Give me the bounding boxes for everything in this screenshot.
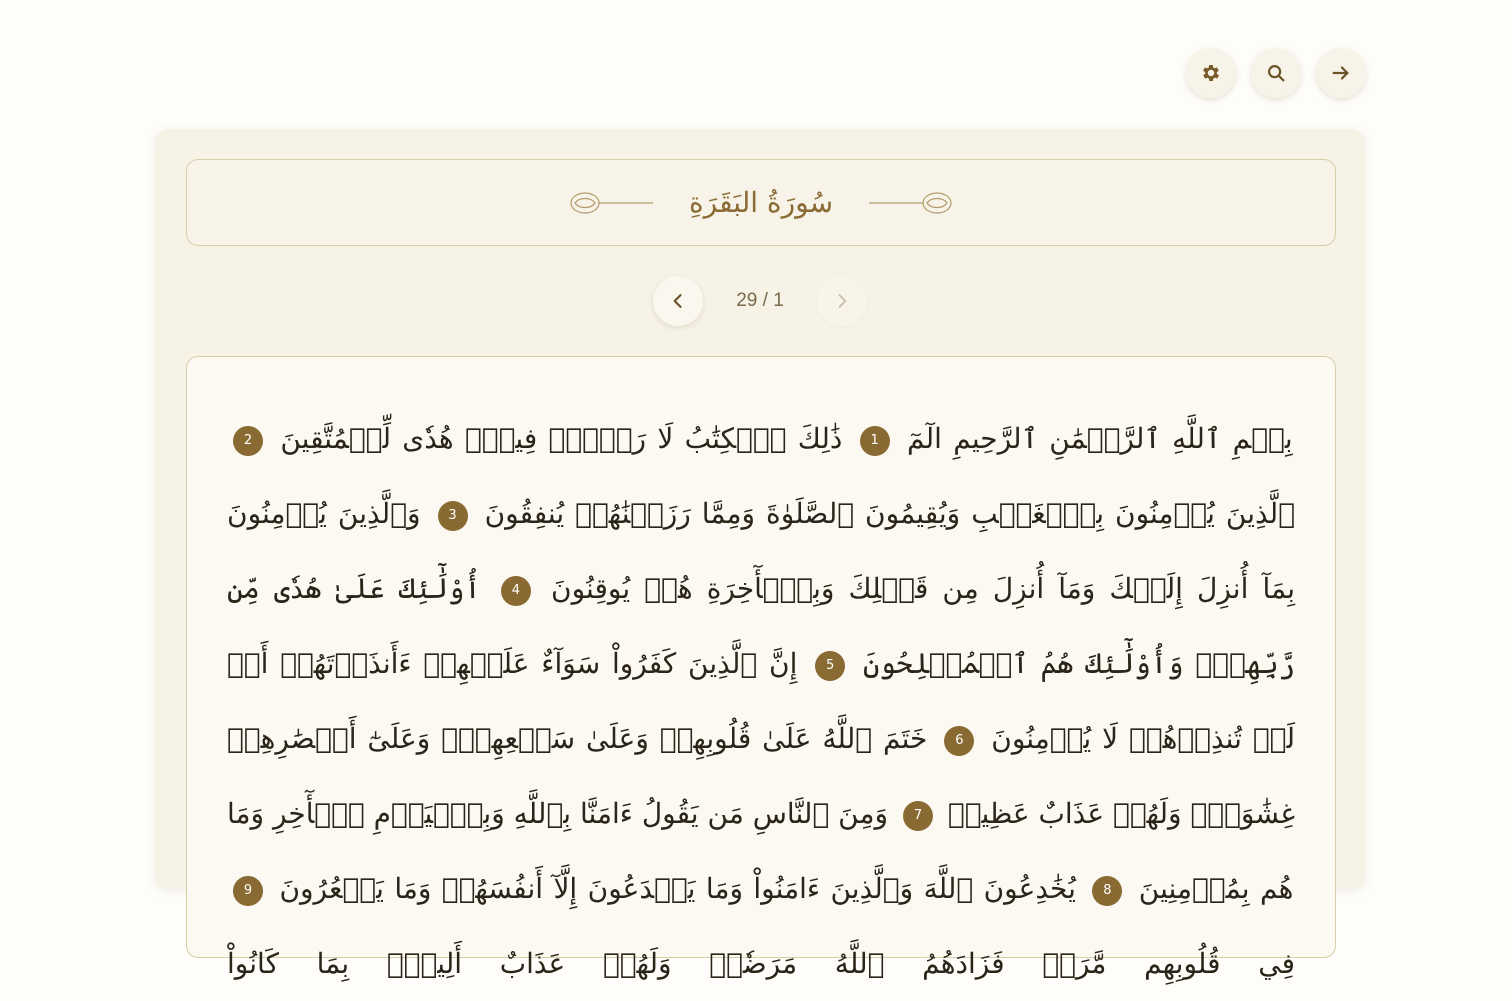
ornament-left-icon bbox=[570, 191, 653, 214]
ayah-number-marker: 1 bbox=[859, 425, 890, 456]
ayah-number-marker: 8 bbox=[1092, 875, 1123, 906]
ayah-text: بِسۡمِ ٱللَّهِ ٱلرَّحۡمَٰنِ ٱلرَّحِيمِ ا… bbox=[906, 422, 1293, 455]
ayah-number-marker: 5 bbox=[815, 650, 846, 681]
pager: 29 / 1 bbox=[155, 276, 1365, 326]
back-button[interactable] bbox=[1316, 48, 1366, 98]
surah-header: سُورَةُ البَقَرَةِ bbox=[186, 159, 1336, 246]
ayah-number-marker: 3 bbox=[437, 500, 468, 531]
ayah-number-marker: 7 bbox=[902, 800, 933, 831]
verses-text: بِسۡمِ ٱللَّهِ ٱلرَّحۡمَٰنِ ٱلرَّحِيمِ ا… bbox=[187, 357, 1335, 1001]
toolbar bbox=[1186, 48, 1366, 98]
chevron-left-icon bbox=[673, 294, 682, 308]
previous-page-button[interactable] bbox=[653, 276, 703, 326]
ayah-9[interactable]: يُخَٰدِعُونَ ٱللَّهَ وَٱلَّذِينَ ءَامَنُ… bbox=[227, 872, 1076, 906]
surah-title: سُورَةُ البَقَرَةِ bbox=[688, 186, 834, 219]
ayah-1[interactable]: بِسۡمِ ٱللَّهِ ٱلرَّحۡمَٰنِ ٱلرَّحِيمِ ا… bbox=[842, 422, 1293, 456]
next-page-button[interactable] bbox=[817, 276, 867, 326]
search-icon bbox=[1268, 65, 1285, 82]
ayah-text: ذَٰلِكَ ٱلۡكِتَٰبُ لَا رَيۡبَۛ فِيهِۛ هُ… bbox=[280, 422, 843, 455]
ayah-10[interactable]: فِي قُلُوبِهِم مَّرَضٞ فَزَادَهُمُ ٱللَّ… bbox=[227, 947, 1295, 980]
ayah-number-marker: 2 bbox=[233, 425, 263, 456]
arrow-right-icon bbox=[1332, 66, 1349, 80]
reader-panel: سُورَةُ البَقَرَةِ 29 / 1 بِسۡمِ ٱللَّهِ… bbox=[155, 129, 1365, 980]
ayah-number-marker: 4 bbox=[500, 575, 531, 606]
ayah-text: ٱلَّذِينَ يُؤۡمِنُونَ بِٱلۡغَيۡبِ وَيُقِ… bbox=[484, 497, 1296, 530]
verses-container: بِسۡمِ ٱللَّهِ ٱلرَّحۡمَٰنِ ٱلرَّحِيمِ ا… bbox=[186, 356, 1336, 980]
ayah-text: يُخَٰدِعُونَ ٱللَّهَ وَٱلَّذِينَ ءَامَنُ… bbox=[279, 872, 1076, 905]
ayah-number-marker: 9 bbox=[233, 875, 263, 906]
page-indicator: 29 / 1 bbox=[736, 290, 784, 311]
chevron-right-icon bbox=[838, 294, 847, 308]
ayah-number-marker: 6 bbox=[944, 725, 975, 756]
search-button[interactable] bbox=[1251, 48, 1301, 98]
ayah-2[interactable]: ذَٰلِكَ ٱلۡكِتَٰبُ لَا رَيۡبَۛ فِيهِۛ هُ… bbox=[227, 422, 843, 456]
gear-icon bbox=[1203, 65, 1219, 81]
ayah-text: فِي قُلُوبِهِم مَّرَضٞ فَزَادَهُمُ ٱللَّ… bbox=[227, 947, 1295, 980]
ornament-right-icon bbox=[869, 191, 952, 214]
ayah-3[interactable]: ٱلَّذِينَ يُؤۡمِنُونَ بِٱلۡغَيۡبِ وَيُقِ… bbox=[421, 497, 1296, 531]
settings-button[interactable] bbox=[1186, 48, 1236, 98]
